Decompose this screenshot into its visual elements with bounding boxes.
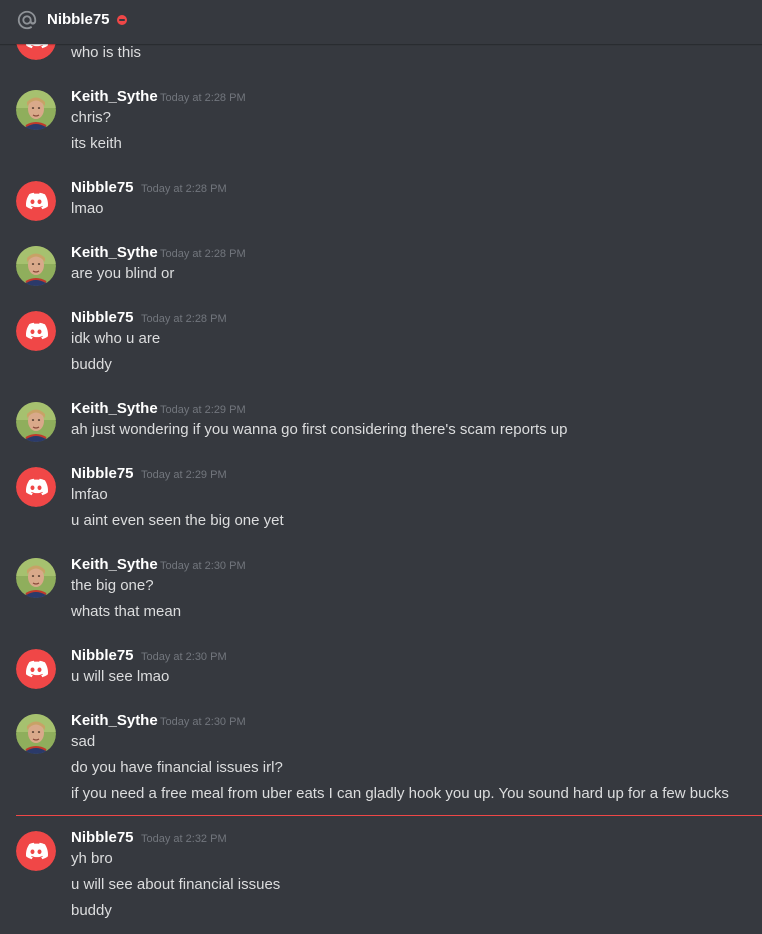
message-text: idk who u are	[71, 330, 161, 347]
dnd-status-icon	[117, 15, 127, 25]
message-text: yh bro	[71, 850, 113, 867]
keith-avatar[interactable]	[16, 558, 56, 598]
message-timestamp: Today at 2:30 PM	[141, 651, 227, 663]
message-text: its keith	[71, 135, 122, 152]
message-author[interactable]: Keith_Sythe	[71, 711, 158, 731]
message-author[interactable]: Nibble75	[71, 464, 134, 484]
message-author[interactable]: Keith_Sythe	[71, 555, 158, 575]
message-author[interactable]: Keith_Sythe	[71, 87, 158, 107]
message-text: do you have financial issues irl?	[71, 759, 283, 776]
new-messages-divider	[16, 815, 762, 816]
channel-header: Nibble75	[0, 0, 762, 44]
message-list[interactable]: who is this Keith_Sythe Today at 2:28 PM c…	[0, 0, 762, 934]
message-text: lmao	[71, 200, 104, 217]
channel-title: Nibble75	[47, 11, 110, 28]
discord-logo-avatar[interactable]	[16, 831, 56, 871]
message-text: sad	[71, 733, 96, 750]
message-text: chris?	[71, 109, 112, 126]
message-text: who is this	[71, 44, 142, 61]
discord-logo-avatar[interactable]	[16, 649, 56, 689]
message-timestamp: Today at 2:32 PM	[141, 833, 227, 845]
message-text: u aint even seen the big one yet	[71, 512, 284, 529]
message-author[interactable]: Nibble75	[71, 646, 134, 666]
message-timestamp: Today at 2:30 PM	[160, 716, 246, 728]
message-text: if you need a free meal from uber eats I…	[71, 785, 729, 802]
message-timestamp: Today at 2:29 PM	[141, 469, 227, 481]
keith-avatar[interactable]	[16, 714, 56, 754]
message-text: are you blind or	[71, 265, 175, 282]
message-text: lmfao	[71, 486, 108, 503]
message-text: u will see about financial issues	[71, 876, 281, 893]
keith-avatar[interactable]	[16, 90, 56, 130]
discord-logo-avatar[interactable]	[16, 467, 56, 507]
message-text: buddy	[71, 356, 112, 373]
message-author[interactable]: Keith_Sythe	[71, 399, 158, 419]
message-timestamp: Today at 2:28 PM	[141, 313, 227, 325]
keith-avatar[interactable]	[16, 402, 56, 442]
discord-logo-avatar[interactable]	[16, 181, 56, 221]
message-author[interactable]: Nibble75	[71, 178, 134, 198]
message-text: whats that mean	[71, 603, 182, 620]
discord-logo-avatar[interactable]	[16, 311, 56, 351]
message-text: ah just wondering if you wanna go first …	[71, 421, 568, 438]
message-author[interactable]: Nibble75	[71, 828, 134, 848]
message-timestamp: Today at 2:28 PM	[160, 248, 246, 260]
message-timestamp: Today at 2:28 PM	[160, 92, 246, 104]
at-icon	[17, 10, 37, 30]
keith-avatar[interactable]	[16, 246, 56, 286]
message-timestamp: Today at 2:28 PM	[141, 183, 227, 195]
message-author[interactable]: Nibble75	[71, 308, 134, 328]
message-author[interactable]: Keith_Sythe	[71, 243, 158, 263]
message-text: the big one?	[71, 577, 154, 594]
message-text: u will see lmao	[71, 668, 170, 685]
message-text: buddy	[71, 902, 112, 919]
message-timestamp: Today at 2:29 PM	[160, 404, 246, 416]
message-timestamp: Today at 2:30 PM	[160, 560, 246, 572]
